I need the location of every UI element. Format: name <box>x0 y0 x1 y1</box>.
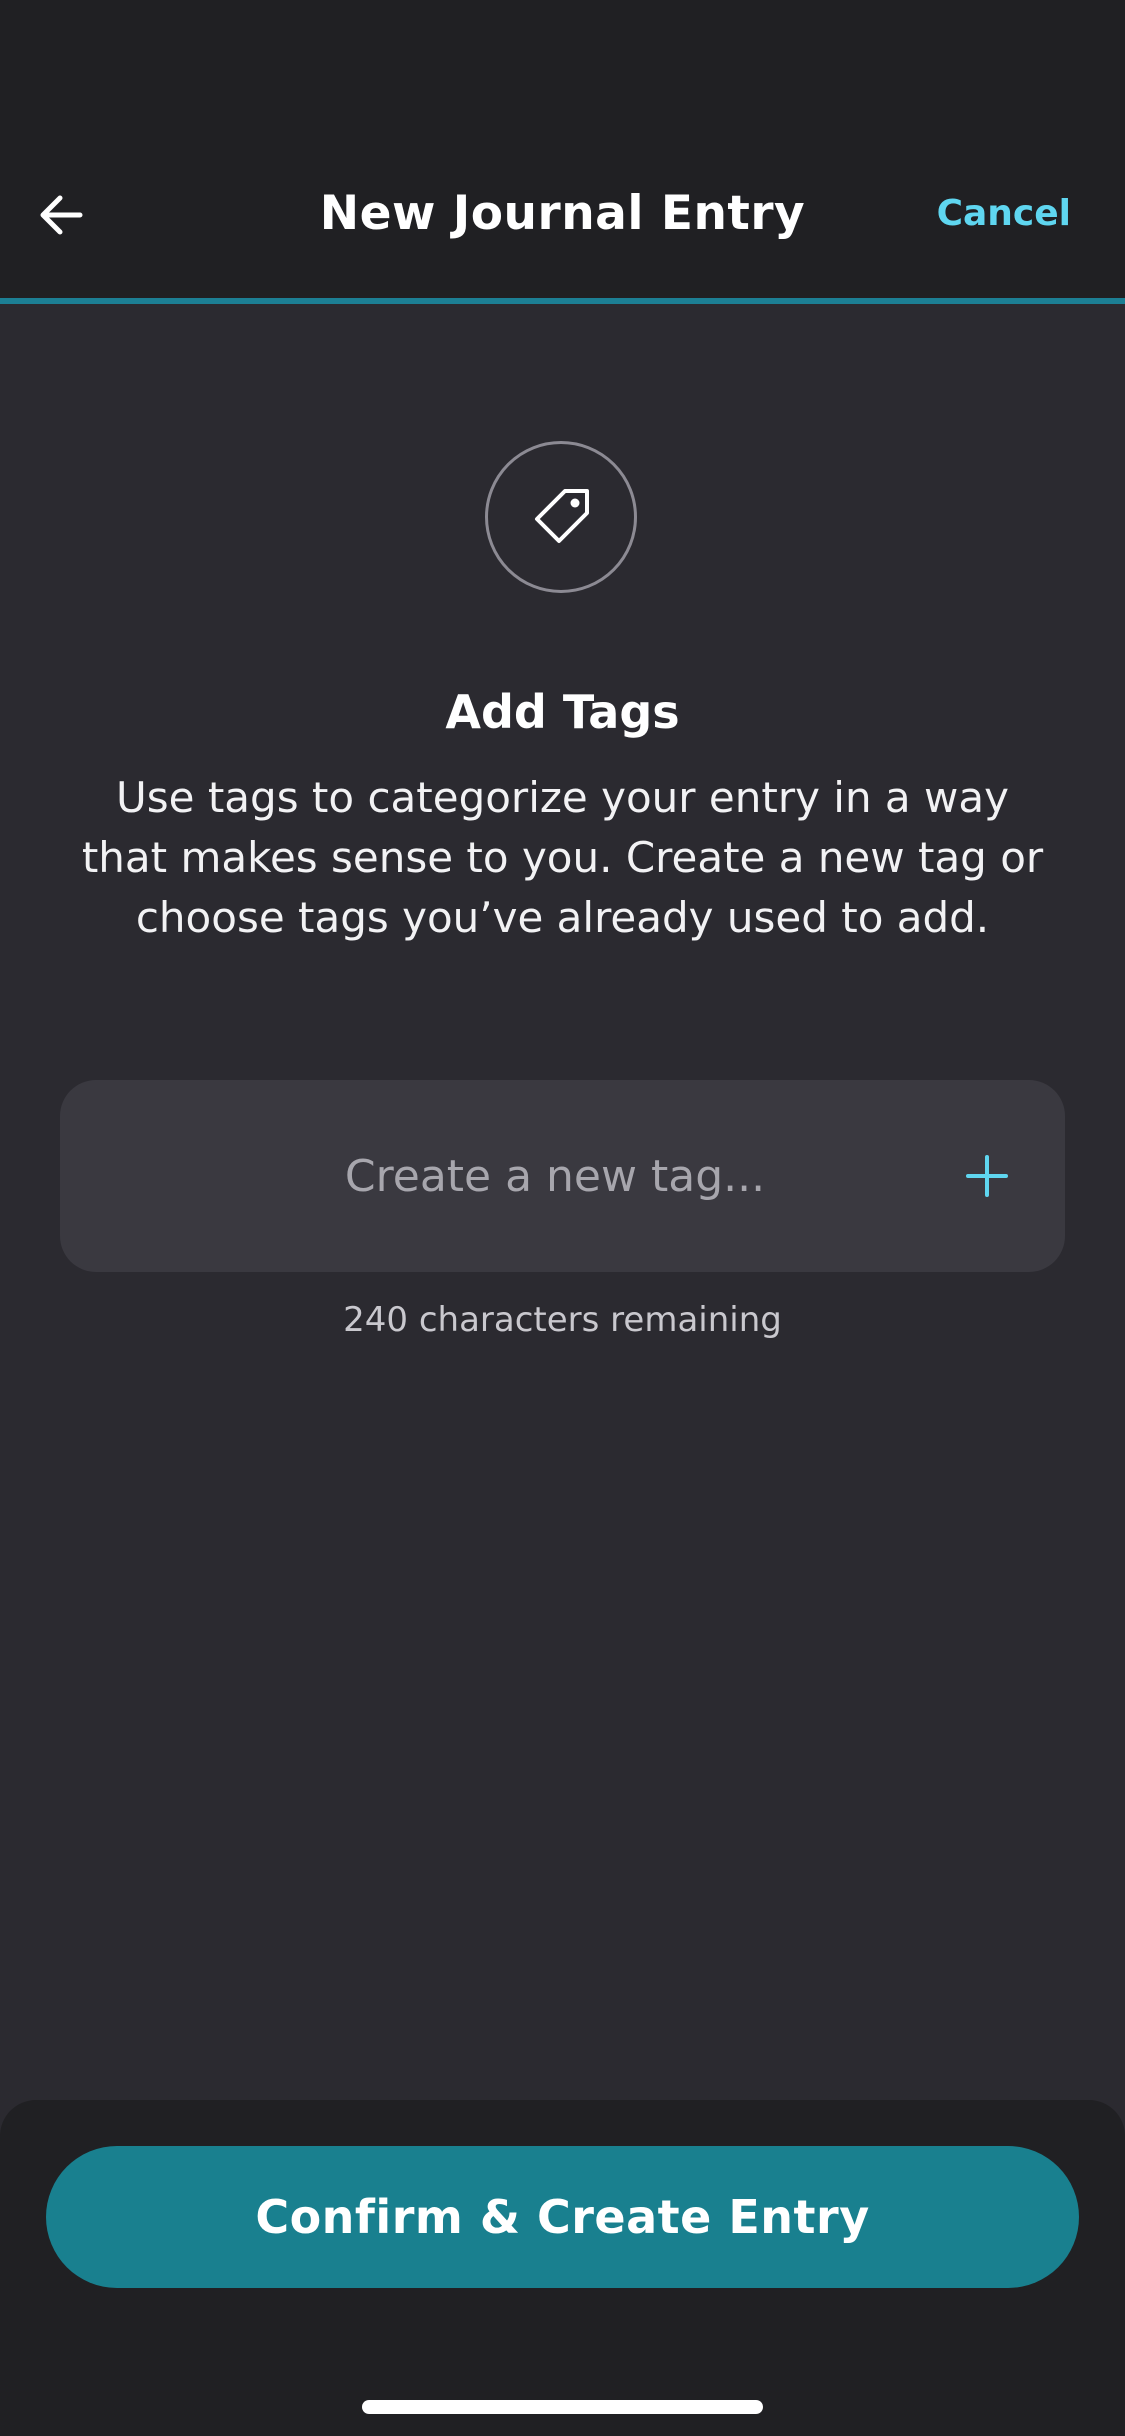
tag-input[interactable] <box>60 1080 960 1272</box>
tag-icon <box>535 489 589 543</box>
section-description: Use tags to categorize your entry in a w… <box>81 773 1044 942</box>
characters-remaining: 240 characters remaining <box>343 1300 782 1340</box>
plus-icon <box>966 1155 1008 1197</box>
bottom-panel: Confirm & Create Entry <box>0 2100 1125 2436</box>
tag-input-container <box>60 1080 1065 1272</box>
section-title: Add Tags <box>445 685 680 739</box>
header-divider <box>0 298 1125 304</box>
tag-icon-circle <box>485 441 637 593</box>
home-indicator <box>362 2400 763 2414</box>
confirm-create-entry-button[interactable]: Confirm & Create Entry <box>46 2146 1079 2288</box>
header-bar: New Journal Entry Cancel <box>0 0 1125 298</box>
add-tag-button[interactable] <box>949 1138 1025 1214</box>
cancel-button[interactable]: Cancel <box>937 188 1071 240</box>
